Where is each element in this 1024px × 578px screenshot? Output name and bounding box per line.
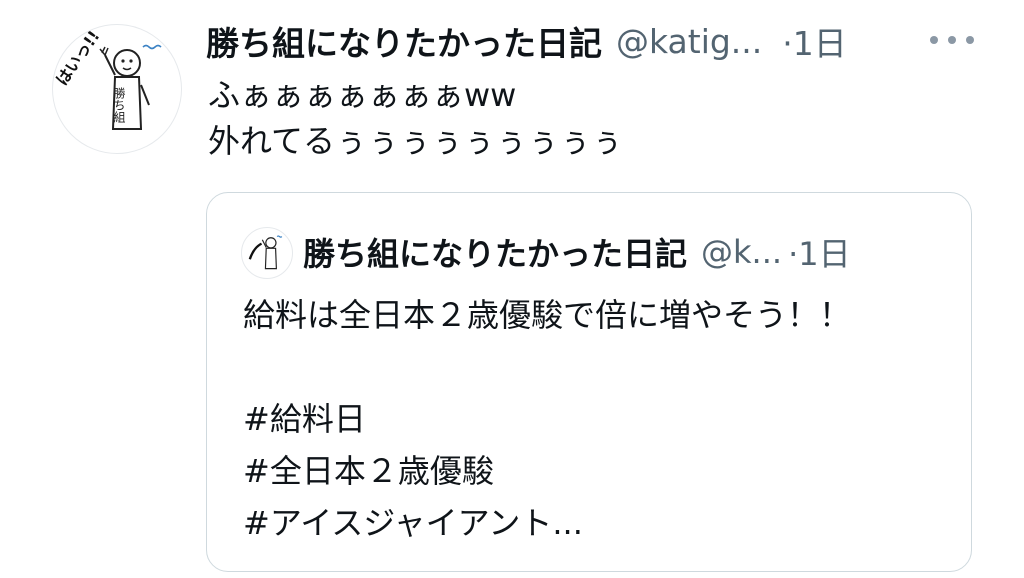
more-dot <box>930 36 938 44</box>
tweet-text-line: 外れてるぅぅぅぅぅぅぅぅぅ <box>208 122 624 160</box>
quoted-tweet-header: 勝ち組になりたかった日記 @k... ·1日 <box>303 227 963 277</box>
quoted-tweet[interactable]: 勝ち組になりたかった日記 @k... ·1日 給料は全日本２歳優駿で倍に増やそう… <box>206 192 972 572</box>
cartoon-avatar-icon: 勝ち組 はいっ!! <box>53 27 162 130</box>
hashtag-link[interactable]: #全日本２歳優駿 <box>243 445 963 497</box>
hashtag-link[interactable]: #アイスジャイアント... <box>243 497 963 549</box>
tweet-card[interactable]: 勝ち組 はいっ!! 勝ち組になりたかった日記 @katig... ·1日 ふぁぁ… <box>0 0 1024 578</box>
quoted-author-avatar[interactable] <box>241 227 293 279</box>
more-options-icon[interactable] <box>930 22 974 58</box>
author-avatar[interactable]: 勝ち組 はいっ!! <box>52 24 182 154</box>
more-dot <box>966 36 974 44</box>
avatar-label-hai: はいっ!! <box>53 27 104 89</box>
tweet-timestamp[interactable]: ·1日 <box>782 17 847 65</box>
quoted-author-handle[interactable]: @k... <box>701 233 782 271</box>
quoted-tweet-body: 給料は全日本２歳優駿で倍に増やそう！！ #給料日 #全日本２歳優駿 #アイスジャ… <box>243 289 963 549</box>
author-handle[interactable]: @katig... <box>616 22 762 61</box>
tweet-text-line: ふぁぁぁぁぁぁぁww <box>208 76 517 114</box>
hashtag-link[interactable]: #給料日 <box>243 393 963 445</box>
quoted-tweet-timestamp[interactable]: ·1日 <box>788 229 851 275</box>
tweet-body: ふぁぁぁぁぁぁぁww 外れてるぅぅぅぅぅぅぅぅぅ <box>208 72 968 164</box>
quoted-text-blank-line <box>243 341 963 393</box>
avatar-label-kachigumi: 勝ち組 <box>112 86 126 123</box>
cartoon-avatar-icon <box>248 235 283 270</box>
author-display-name[interactable]: 勝ち組になりたかった日記 <box>206 17 602 65</box>
more-dot <box>948 36 956 44</box>
quoted-author-display-name[interactable]: 勝ち組になりたかった日記 <box>303 229 687 275</box>
tweet-header: 勝ち組になりたかった日記 @katig... ·1日 <box>206 16 996 66</box>
quoted-text-line: 給料は全日本２歳優駿で倍に増やそう！！ <box>243 296 852 334</box>
